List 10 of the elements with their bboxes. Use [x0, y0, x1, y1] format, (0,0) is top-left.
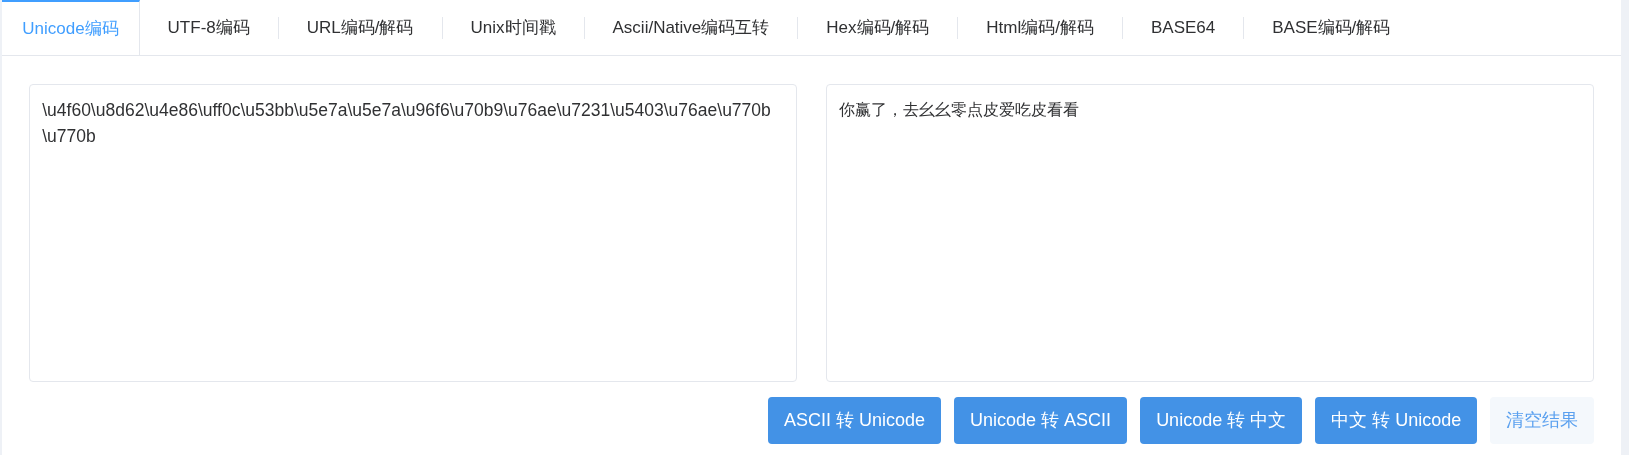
tab[interactable]: BASE64	[1122, 0, 1244, 55]
tab[interactable]: Html编码/解码	[958, 0, 1122, 55]
output-text-area[interactable]: 你赢了，去幺幺零点皮爱吃皮看看	[826, 84, 1595, 382]
tab[interactable]: UTF-8编码	[139, 0, 278, 55]
tab[interactable]: Unix时间戳	[442, 0, 584, 55]
tab[interactable]: BASE编码/解码	[1244, 0, 1419, 55]
tab[interactable]: Ascii/Native编码互转	[584, 0, 798, 55]
input-text-area[interactable]: \u4f60\u8d62\u4e86\uff0c\u53bb\u5e7a\u5e7a\u96f6\u70b9\u76ae\u7231\u5403\u76ae\u770b\u770b	[29, 84, 798, 382]
tab[interactable]: URL编码/解码	[278, 0, 442, 55]
tab[interactable]: Hex编码/解码	[798, 0, 958, 55]
